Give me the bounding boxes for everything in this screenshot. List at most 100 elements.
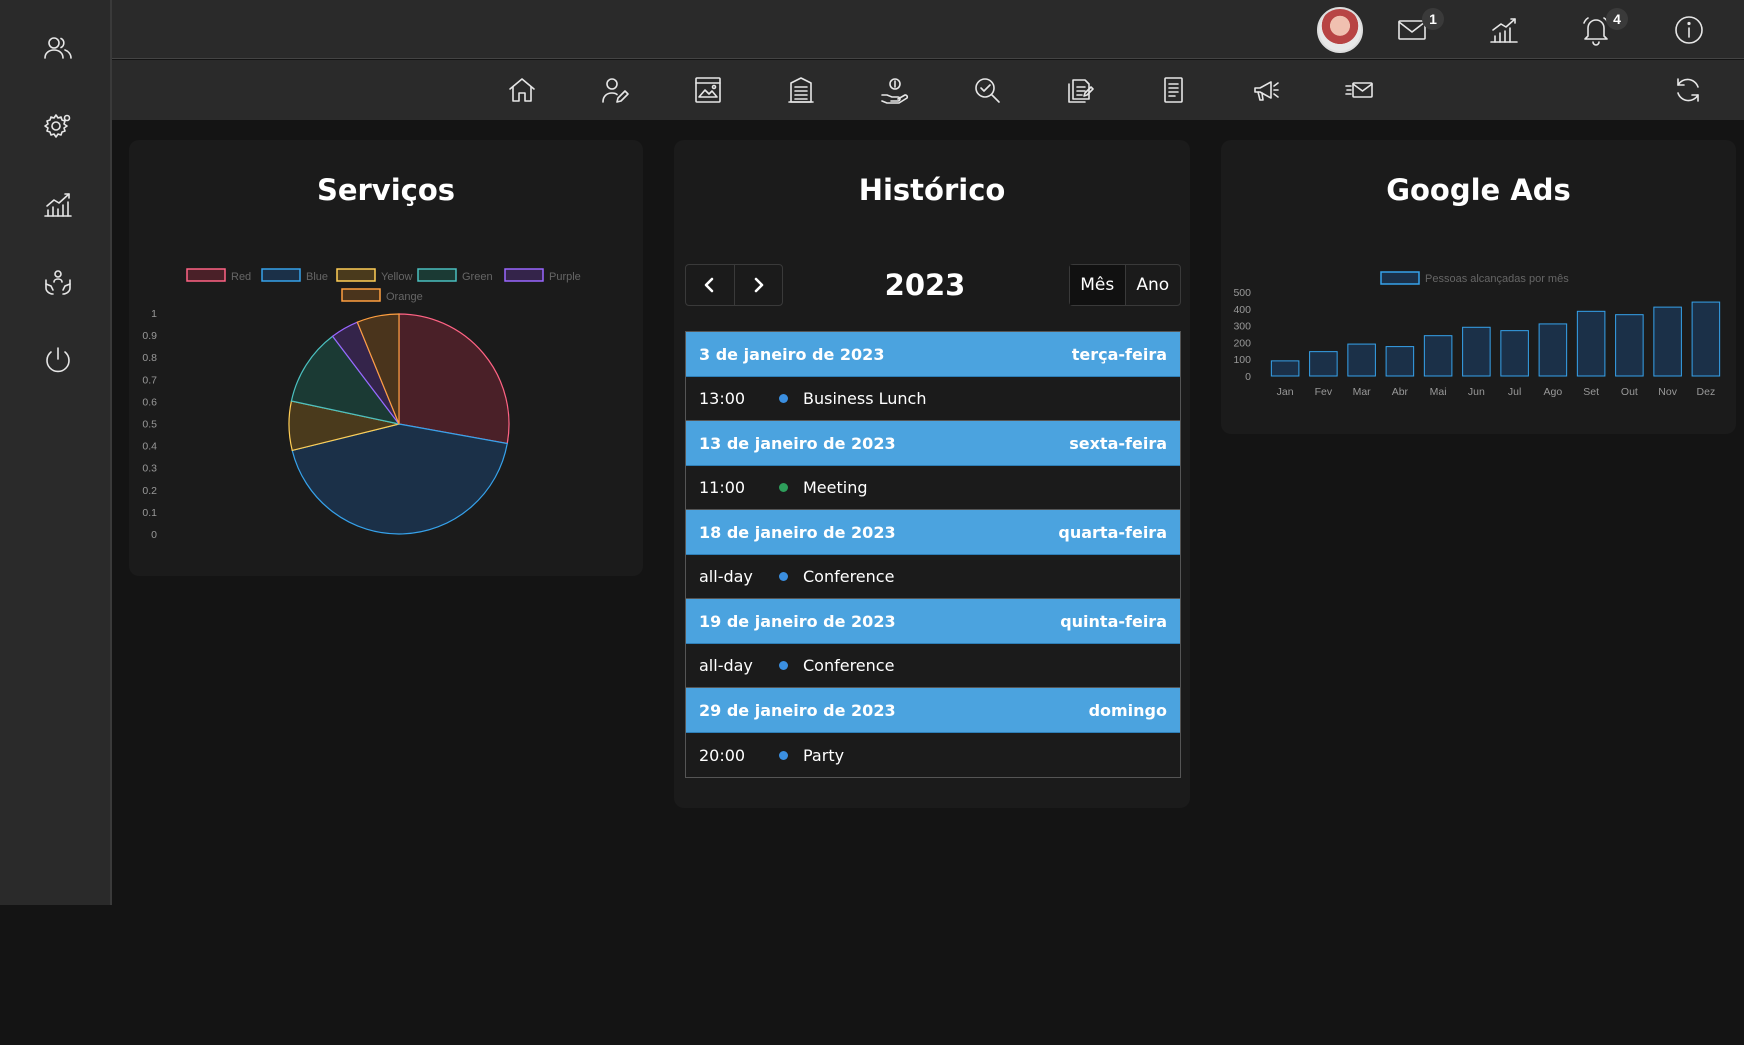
y-tick-label: 400 xyxy=(1233,304,1251,316)
event-row[interactable]: 13:00 Business Lunch xyxy=(686,377,1180,421)
legend-swatch[interactable] xyxy=(417,268,457,282)
bar-jul[interactable] xyxy=(1500,330,1529,377)
pie-slice-red[interactable] xyxy=(398,313,510,445)
y-tick-label: 0.6 xyxy=(142,396,157,408)
x-tick-label: Abr xyxy=(1392,386,1409,398)
event-time: all-day xyxy=(699,567,753,586)
bar-dez[interactable] xyxy=(1691,301,1721,377)
nav-bar xyxy=(112,60,1744,120)
legend-swatch[interactable] xyxy=(341,288,381,302)
bar-out[interactable] xyxy=(1615,314,1644,377)
x-tick-label: Jul xyxy=(1508,386,1521,398)
event-time: all-day xyxy=(699,656,753,675)
refresh-icon[interactable] xyxy=(1673,75,1703,105)
notification-bell-icon[interactable]: 4 xyxy=(1580,8,1628,46)
support-hands-icon[interactable] xyxy=(36,260,80,304)
event-title: Business Lunch xyxy=(803,389,927,408)
legend-label: Green xyxy=(462,271,493,283)
mail-badge: 1 xyxy=(1422,8,1444,30)
search-check-icon[interactable] xyxy=(972,75,1002,105)
settings-icon[interactable] xyxy=(36,104,80,148)
day-weekday: terça-feira xyxy=(1071,344,1167,364)
power-icon[interactable] xyxy=(36,338,80,382)
x-tick-label: Jan xyxy=(1277,386,1294,398)
notification-badge: 4 xyxy=(1606,8,1628,30)
stats-icon[interactable] xyxy=(1488,14,1520,46)
legend-swatch[interactable] xyxy=(336,268,376,282)
event-title: Meeting xyxy=(803,478,868,497)
x-tick-label: Set xyxy=(1583,386,1599,398)
notepad-icon[interactable] xyxy=(1158,75,1188,105)
app-root: 1 4 Serviços Red Blue Yellow Green Purpl… xyxy=(0,0,1744,1045)
event-row[interactable]: all-day Conference xyxy=(686,644,1180,688)
event-row[interactable]: 11:00 Meeting xyxy=(686,466,1180,510)
history-title: Histórico xyxy=(858,173,1006,207)
day-date: 18 de janeiro de 2023 xyxy=(699,522,896,542)
top-bar: 1 4 xyxy=(112,0,1744,59)
day-date: 29 de janeiro de 2023 xyxy=(699,700,896,720)
bar-jun[interactable] xyxy=(1462,326,1491,377)
event-title: Conference xyxy=(803,567,895,586)
day-header[interactable]: 29 de janeiro de 2023 domingo xyxy=(686,688,1180,733)
documents-edit-icon[interactable] xyxy=(1065,75,1095,105)
legend-swatch[interactable] xyxy=(261,268,301,282)
day-weekday: domingo xyxy=(1088,700,1167,720)
x-tick-label: Jun xyxy=(1468,386,1485,398)
y-tick-label: 1 xyxy=(151,308,157,320)
y-tick-label: 0.9 xyxy=(142,330,157,342)
next-button[interactable] xyxy=(735,265,783,305)
bar-fev[interactable] xyxy=(1309,351,1338,377)
y-tick-label: 0.5 xyxy=(142,419,157,431)
gallery-icon[interactable] xyxy=(693,75,723,105)
event-row[interactable]: 20:00 Party xyxy=(686,733,1180,777)
legend-label: Red xyxy=(231,271,251,283)
bar-ago[interactable] xyxy=(1538,323,1568,377)
x-tick-label: Fev xyxy=(1315,386,1333,398)
y-tick-label: 0.1 xyxy=(142,507,157,519)
legend-swatch[interactable] xyxy=(186,268,226,282)
mail-send-icon[interactable] xyxy=(1344,75,1374,105)
info-icon[interactable] xyxy=(1673,14,1705,46)
day-header[interactable]: 19 de janeiro de 2023 quinta-feira xyxy=(686,599,1180,644)
y-tick-label: 500 xyxy=(1233,287,1251,299)
legend-swatch[interactable] xyxy=(504,268,544,282)
analytics-icon[interactable] xyxy=(36,182,80,226)
mail-icon[interactable]: 1 xyxy=(1396,8,1444,46)
calendar-nav xyxy=(685,264,783,306)
year-view-button[interactable]: Ano xyxy=(1126,265,1181,305)
y-tick-label: 100 xyxy=(1233,354,1251,366)
legend-label: Purple xyxy=(549,271,581,283)
services-card: Serviços Red Blue Yellow Green Purple Orange 1… xyxy=(129,140,643,576)
day-header[interactable]: 13 de janeiro de 2023 sexta-feira xyxy=(686,421,1180,466)
megaphone-icon[interactable] xyxy=(1251,75,1281,105)
event-dot xyxy=(779,394,788,403)
user-edit-icon[interactable] xyxy=(600,75,630,105)
day-header[interactable]: 3 de janeiro de 2023 terça-feira xyxy=(686,332,1180,377)
bar-mar[interactable] xyxy=(1347,343,1376,377)
bar-abr[interactable] xyxy=(1385,346,1415,377)
prev-button[interactable] xyxy=(686,265,735,305)
chevron-left-icon xyxy=(704,277,714,293)
users-icon[interactable] xyxy=(36,26,80,70)
bar-nov[interactable] xyxy=(1653,306,1682,377)
legend-label: Yellow xyxy=(381,271,412,283)
sidebar xyxy=(0,0,112,905)
day-header[interactable]: 18 de janeiro de 2023 quarta-feira xyxy=(686,510,1180,555)
day-weekday: quinta-feira xyxy=(1060,611,1167,631)
bar-jan[interactable] xyxy=(1270,360,1300,377)
bar-set[interactable] xyxy=(1576,310,1606,377)
x-tick-label: Ago xyxy=(1544,386,1563,398)
event-time: 20:00 xyxy=(699,745,746,765)
building-icon[interactable] xyxy=(786,75,816,105)
event-row[interactable]: all-day Conference xyxy=(686,555,1180,599)
x-tick-label: Nov xyxy=(1658,386,1677,398)
home-icon[interactable] xyxy=(507,75,537,105)
x-tick-label: Dez xyxy=(1697,386,1716,398)
legend-swatch[interactable] xyxy=(1380,271,1420,285)
bar-mai[interactable] xyxy=(1423,335,1453,377)
user-avatar[interactable] xyxy=(1317,7,1363,53)
event-title: Conference xyxy=(803,656,895,675)
hand-coin-icon[interactable] xyxy=(879,75,909,105)
month-view-button[interactable]: Mês xyxy=(1070,265,1126,305)
x-tick-label: Mai xyxy=(1430,386,1447,398)
